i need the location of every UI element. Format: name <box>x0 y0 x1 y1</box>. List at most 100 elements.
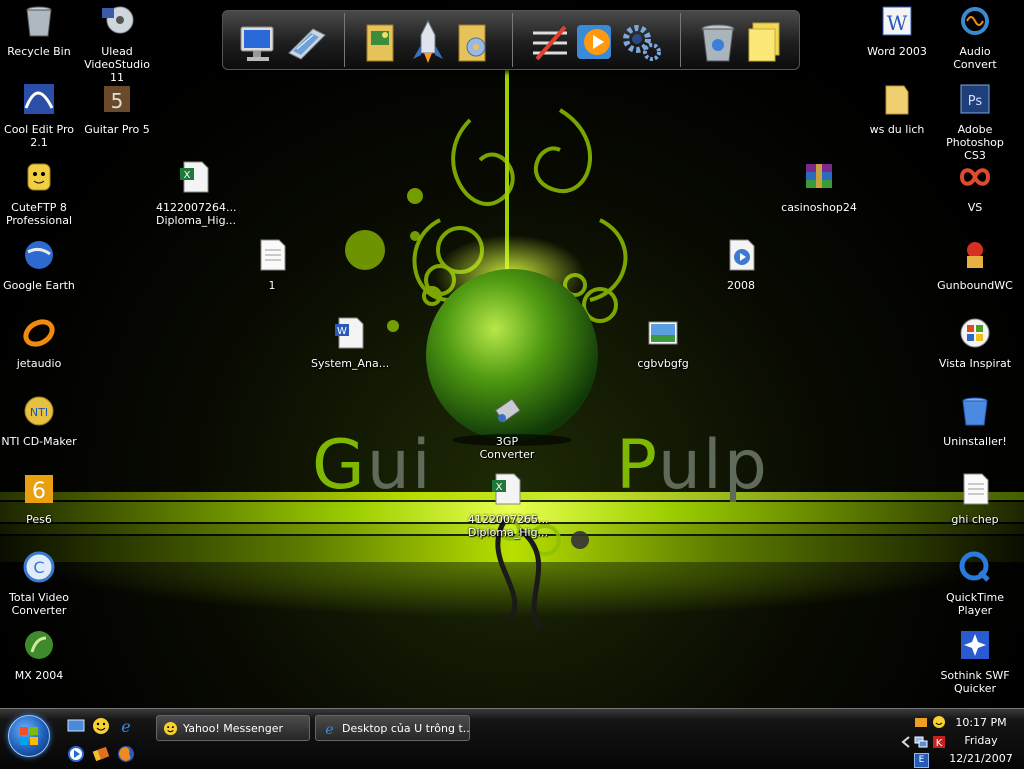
settings-gear-icon[interactable] <box>619 19 665 65</box>
icon-label: Audio Convert <box>953 45 997 71</box>
word-2003-icon: W <box>882 6 912 36</box>
quicktime-icon <box>959 551 990 582</box>
folder-icon <box>885 85 909 115</box>
desktop-icon-vista-inspirat[interactable]: Vista Inspirat <box>936 316 1014 370</box>
media-player-ql-icon[interactable] <box>67 745 85 763</box>
antivirus-tray-icon[interactable]: K <box>932 735 946 749</box>
svg-text:Ps: Ps <box>968 94 983 109</box>
winrar-archive-icon <box>806 164 832 188</box>
desktop-icon-ws-du-lich[interactable]: ws du lich <box>858 82 936 136</box>
desktop-icon-total-video-converter[interactable]: C Total Video Converter <box>0 550 78 617</box>
icon-label: ghi chep <box>951 513 999 526</box>
desktop-icon-audio-convert[interactable]: Audio Convert <box>936 4 1014 71</box>
svg-text:X: X <box>184 170 191 181</box>
desktop-icon-recycle-bin[interactable]: Recycle Bin <box>0 4 78 58</box>
icon-label: Vista Inspirat <box>938 357 1012 370</box>
media-player-icon[interactable] <box>573 19 619 65</box>
desktop-icon-word-2003[interactable]: W Word 2003 <box>858 4 936 58</box>
desktop-icon-diploma-264[interactable]: X 4122007264... Diploma_Hig... <box>156 160 236 227</box>
svg-text:X: X <box>496 482 503 493</box>
firefox-ql-icon[interactable] <box>117 745 135 763</box>
desktop-icon-jetaudio[interactable]: jetaudio <box>0 316 78 370</box>
desktop-icon-sothink-swf[interactable]: Sothink SWF Quicker <box>936 628 1014 695</box>
icon-label: Guitar Pro 5 <box>84 123 150 136</box>
desktop-icon-text-1[interactable]: 1 <box>233 238 311 292</box>
visual-studio-icon <box>959 168 991 186</box>
clock-time[interactable]: 10:17 PM <box>946 716 1016 729</box>
desktop-icon-ulead-videostudio[interactable]: Ulead VideoStudio 11 <box>78 4 156 84</box>
language-indicator[interactable]: E <box>914 753 929 768</box>
desktop-icon-cgbvbgfg[interactable]: cgbvbgfg <box>624 316 702 370</box>
icon-label: Pes6 <box>26 513 52 526</box>
sticky-notes-icon[interactable] <box>741 19 787 65</box>
desktop-icon-quicktime[interactable]: QuickTime Player <box>936 550 1014 617</box>
desktop-icon-pes6[interactable]: 6 Pes6 <box>0 472 78 526</box>
desktop-icon-mx-2004[interactable]: MX 2004 <box>0 628 78 682</box>
desktop-icon-system-ana[interactable]: W System_Ana... <box>311 316 389 370</box>
icon-label: Recycle Bin <box>7 45 71 58</box>
task-button-yahoo-messenger[interactable]: Yahoo! Messenger <box>156 715 310 741</box>
clock-date[interactable]: 12/21/2007 <box>946 752 1016 765</box>
computer-icon[interactable] <box>237 19 283 65</box>
folder-pictures-icon[interactable] <box>359 19 405 65</box>
icon-label: ws du lich <box>869 123 925 136</box>
desktop-icon-ghi-chep[interactable]: ghi chep <box>936 472 1014 526</box>
image-file-icon <box>648 321 678 345</box>
desktop-icon-cuteftp[interactable]: CuteFTP 8 Professional <box>0 160 78 227</box>
icon-label: Sothink SWF Quicker <box>940 669 1010 695</box>
switch-windows-icon[interactable] <box>92 745 110 763</box>
desktop-icon-cool-edit[interactable]: Cool Edit Pro 2.1 <box>0 82 78 149</box>
show-desktop-icon[interactable] <box>67 717 85 735</box>
desktop-icon-diploma-265[interactable]: X 4122007265... Diploma_Hig... <box>468 472 549 539</box>
desktop-icon-google-earth[interactable]: Google Earth <box>0 238 78 292</box>
desktop-icon-uninstaller[interactable]: Uninstaller! <box>936 394 1014 448</box>
icon-label: Google Earth <box>3 279 75 292</box>
macromedia-mx-icon <box>25 631 53 659</box>
yahoo-tray-icon[interactable] <box>932 715 946 729</box>
icon-label: 2008 <box>727 279 755 292</box>
svg-text:W: W <box>337 326 347 337</box>
excel-file-icon: X <box>180 161 209 193</box>
clock-day[interactable]: Friday <box>946 734 1016 747</box>
internet-explorer-ql-icon[interactable]: e <box>117 717 135 735</box>
folder-music-icon[interactable] <box>451 19 497 65</box>
recycle-bin-icon[interactable] <box>695 19 741 65</box>
desktop-icon-vs[interactable]: VS <box>936 160 1014 214</box>
icon-label: Adobe Photoshop CS3 <box>946 123 1004 162</box>
desktop-icon-2008[interactable]: 2008 <box>702 238 780 292</box>
task-label: Desktop của U trông t... <box>342 722 470 735</box>
icon-label: 4122007265... Diploma_Hig... <box>468 513 549 539</box>
desktop-icon-guitar-pro[interactable]: 5 Guitar Pro 5 <box>78 82 156 136</box>
icon-label: Cool Edit Pro 2.1 <box>4 123 74 149</box>
task-button-internet-explorer[interactable]: e Desktop của U trông t... <box>315 715 470 741</box>
desktop-icon-gunbound[interactable]: GunboundWC <box>936 238 1014 292</box>
photoshop-icon: Ps <box>960 84 990 114</box>
total-video-converter-icon: C <box>23 551 55 583</box>
tools-icon[interactable] <box>527 19 573 65</box>
start-button[interactable] <box>8 715 50 757</box>
network-tray-icon[interactable] <box>914 735 928 749</box>
svg-text:e: e <box>325 722 333 736</box>
yahoo-messenger-ql-icon[interactable] <box>92 717 110 735</box>
icon-label: System_Ana... <box>311 357 390 370</box>
rocket-icon[interactable] <box>405 19 451 65</box>
wallpaper-title-left: Gui <box>312 426 433 505</box>
audio-convert-icon <box>961 7 989 35</box>
sothink-swf-icon <box>961 631 989 659</box>
desktop-icon-nti-cd-maker[interactable]: NTI NTI CD-Maker <box>0 394 78 448</box>
show-hidden-icons-chevron-icon[interactable] <box>900 735 912 749</box>
desktop-icon-casinoshop24[interactable]: casinoshop24 <box>780 160 858 214</box>
desktop-icon-photoshop[interactable]: Ps Adobe Photoshop CS3 <box>936 82 1014 162</box>
yahoo-messenger-icon <box>163 721 178 736</box>
svg-text:6: 6 <box>32 479 46 504</box>
messenger-tray-icon[interactable] <box>914 715 928 729</box>
icon-label: jetaudio <box>16 357 62 370</box>
jetaudio-icon <box>23 319 55 347</box>
desktop-icon-3gp-converter[interactable]: 3GP Converter <box>468 394 546 461</box>
3gp-converter-icon <box>494 398 521 423</box>
guitar-pro-icon: 5 <box>104 86 130 113</box>
icon-label: casinoshop24 <box>781 201 857 214</box>
icon-label: MX 2004 <box>14 669 64 682</box>
network-disk-icon[interactable] <box>283 19 329 65</box>
uninstaller-icon <box>962 397 988 426</box>
